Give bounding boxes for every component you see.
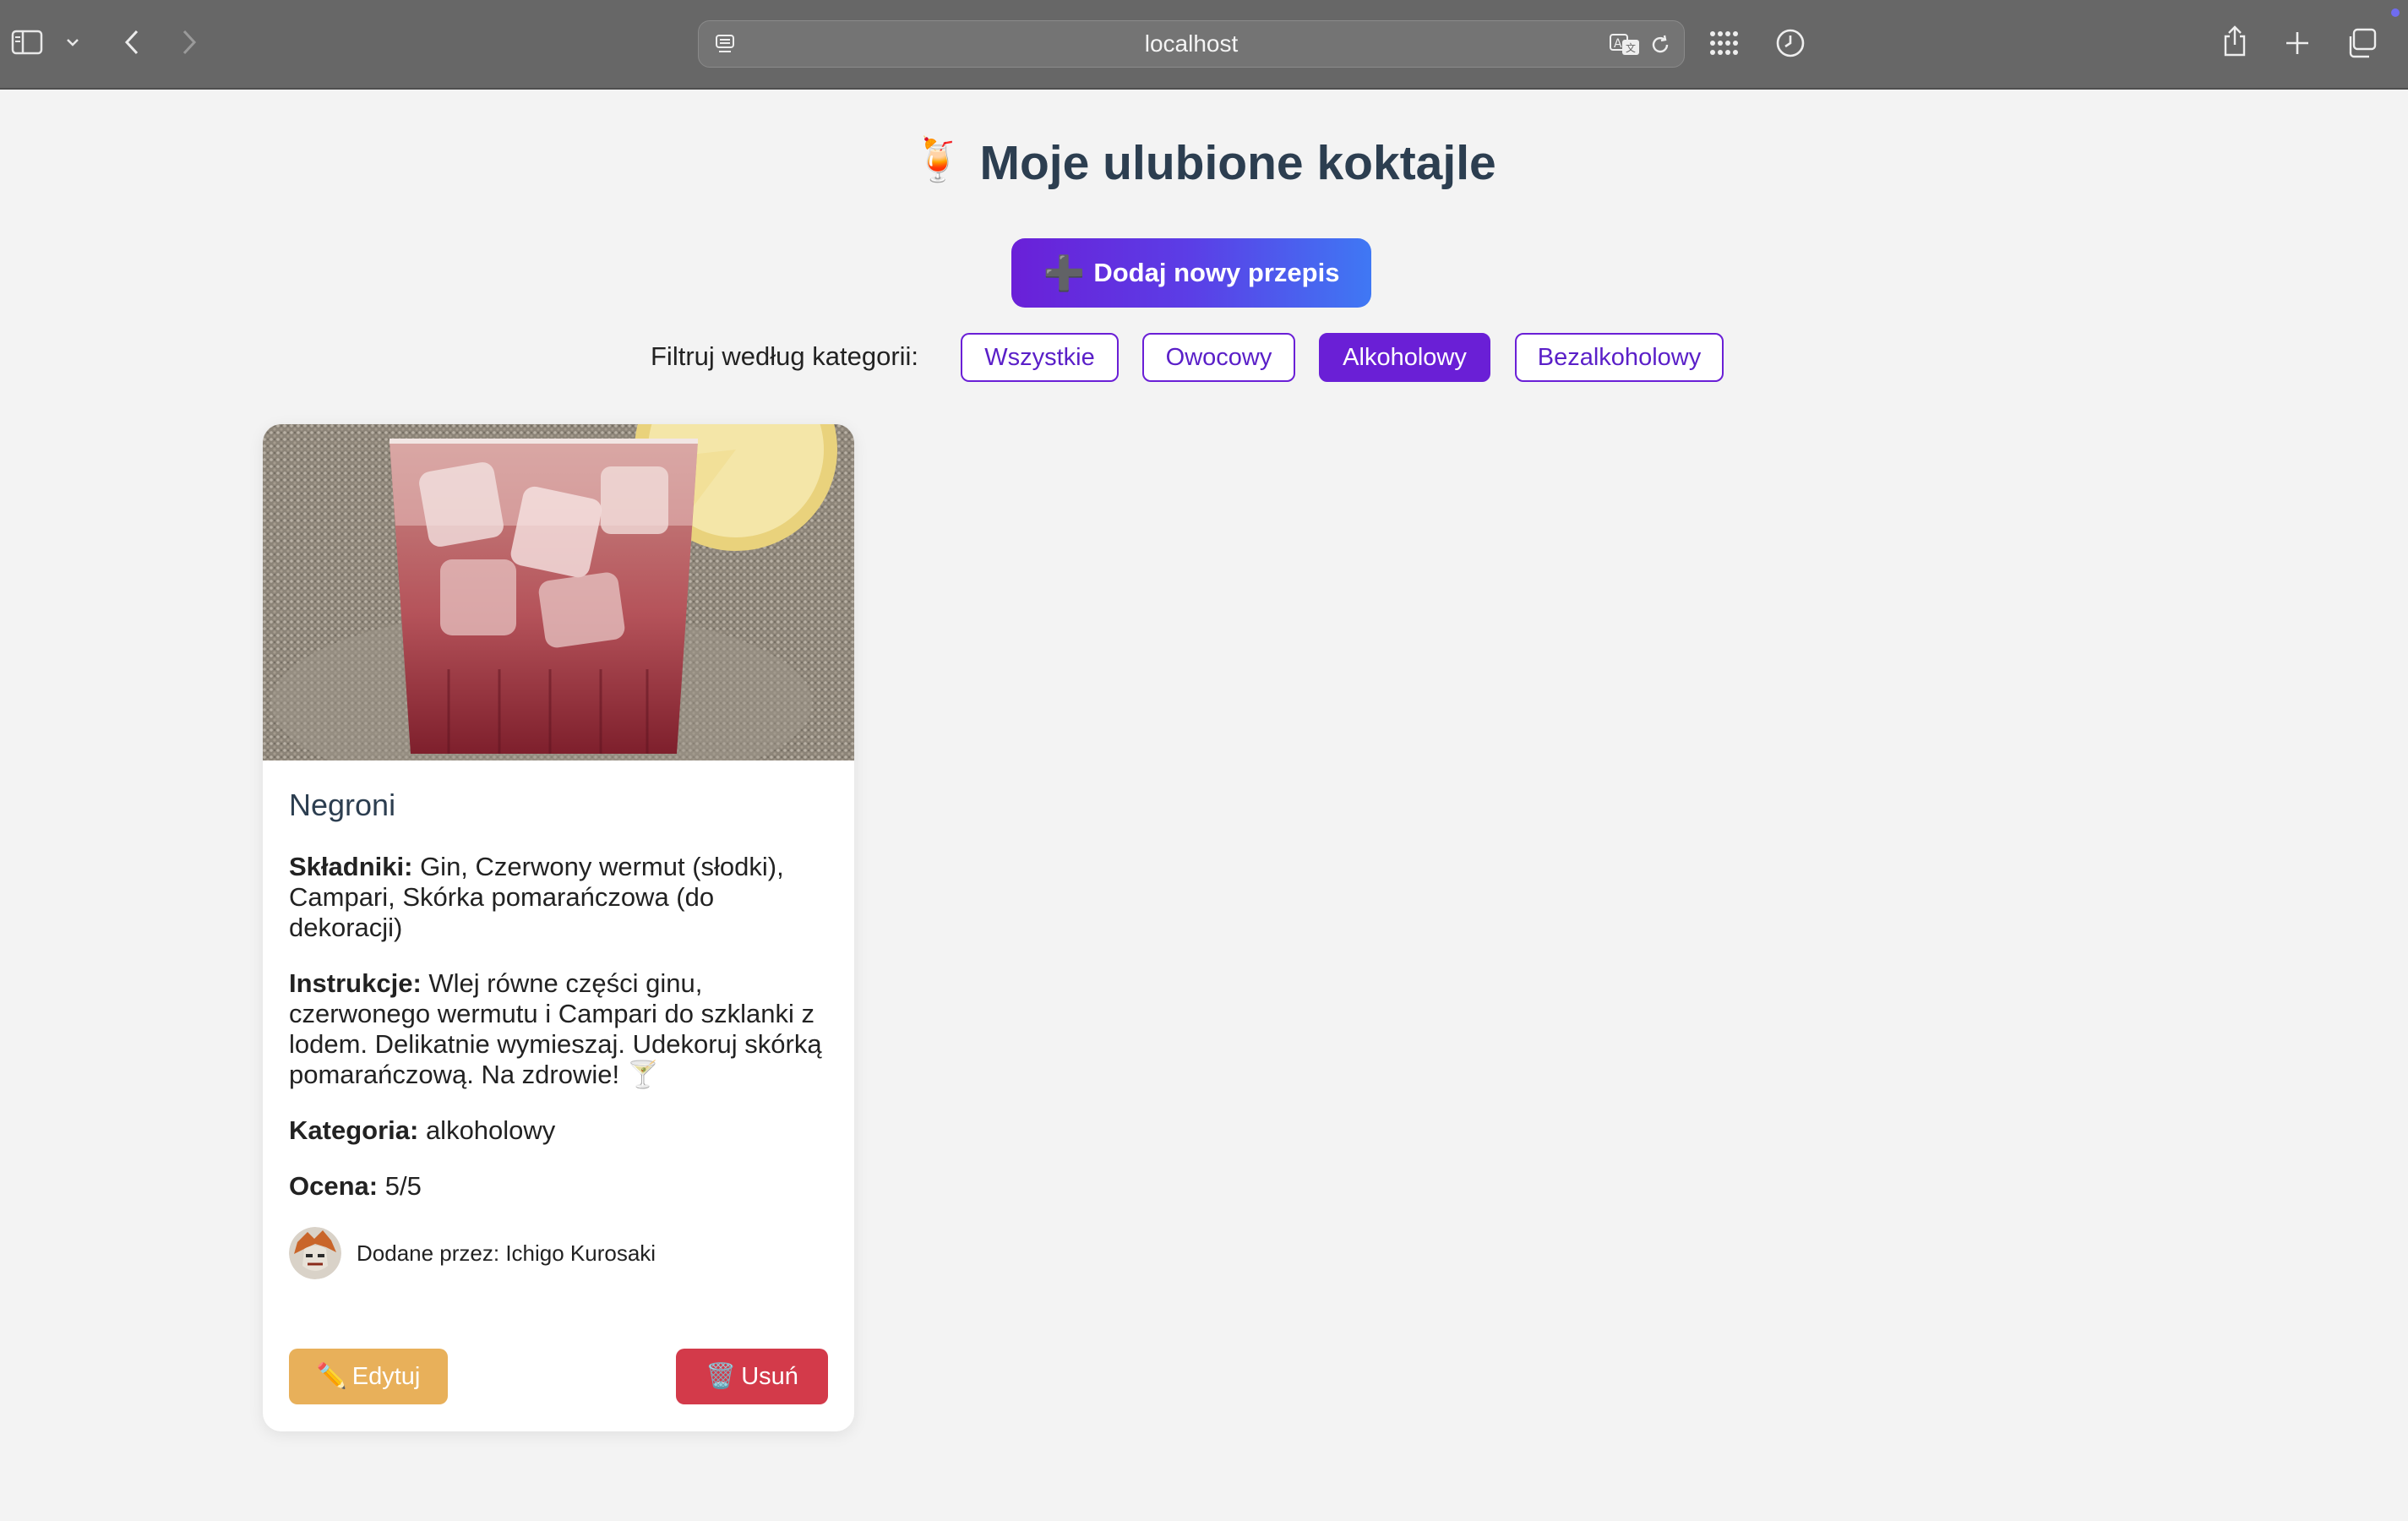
reload-icon[interactable] bbox=[1647, 31, 1674, 58]
grid-icon[interactable] bbox=[1707, 25, 1742, 61]
filter-fruity-button[interactable]: Owocowy bbox=[1142, 333, 1295, 382]
avatar bbox=[289, 1227, 341, 1279]
recipe-name: Negroni bbox=[289, 788, 396, 822]
share-icon[interactable] bbox=[2217, 22, 2253, 61]
back-icon[interactable] bbox=[115, 25, 149, 59]
delete-button[interactable]: 🗑️ Usuń bbox=[676, 1349, 828, 1404]
filter-label: Filtruj według kategorii: bbox=[651, 341, 919, 371]
category-label: Kategoria: bbox=[289, 1115, 419, 1145]
chevron-down-icon[interactable] bbox=[61, 30, 84, 54]
tabs-overview-icon[interactable] bbox=[2342, 24, 2381, 63]
rating-value: 5/5 bbox=[384, 1171, 422, 1201]
forward-icon[interactable] bbox=[172, 25, 206, 59]
instructions-label: Instrukcje: bbox=[289, 968, 422, 998]
page-title-text: Moje ulubione koktajle bbox=[979, 136, 1496, 190]
cocktail-photo bbox=[263, 424, 854, 760]
page-title: 🍹 Moje ulubione koktajle bbox=[0, 135, 2408, 191]
tropical-drink-icon: 🍹 bbox=[912, 136, 965, 183]
ingredients-label: Składniki: bbox=[289, 852, 413, 881]
add-recipe-label: Dodaj nowy przepis bbox=[1093, 258, 1340, 287]
rating-label: Ocena: bbox=[289, 1171, 379, 1201]
category-value: alkoholowy bbox=[425, 1115, 556, 1145]
instructions-row: Instrukcje: Wlej równe części ginu, czer… bbox=[289, 968, 830, 1090]
svg-text:A: A bbox=[1614, 37, 1622, 51]
author-text: Dodane przez: Ichigo Kurosaki bbox=[357, 1240, 656, 1266]
filter-non-alcoholic-button[interactable]: Bezalkoholowy bbox=[1515, 333, 1724, 382]
rating-row: Ocena: 5/5 bbox=[289, 1171, 830, 1202]
recipe-details: Negroni Składniki: Gin, Czerwony wermut … bbox=[289, 788, 830, 1279]
author-row: Dodane przez: Ichigo Kurosaki bbox=[289, 1227, 830, 1279]
svg-text:文: 文 bbox=[1626, 41, 1636, 54]
category-row: Kategoria: alkoholowy bbox=[289, 1115, 830, 1146]
add-recipe-button[interactable]: ➕ Dodaj nowy przepis bbox=[1011, 238, 1371, 308]
url-text: localhost bbox=[1144, 30, 1239, 57]
filter-all-button[interactable]: Wszystkie bbox=[961, 333, 1119, 382]
new-tab-icon[interactable] bbox=[2280, 25, 2315, 61]
notification-dot bbox=[2391, 8, 2400, 17]
edit-label: Edytuj bbox=[351, 1362, 421, 1390]
translate-icon[interactable]: A文 bbox=[1608, 30, 1642, 58]
recipe-card: Negroni Składniki: Gin, Czerwony wermut … bbox=[263, 424, 854, 1431]
history-icon[interactable] bbox=[1773, 25, 1808, 61]
ingredients-row: Składniki: Gin, Czerwony wermut (słodki)… bbox=[289, 852, 830, 943]
edit-button[interactable]: ✏️ Edytuj bbox=[289, 1349, 448, 1404]
filter-alcoholic-button[interactable]: Alkoholowy bbox=[1319, 333, 1490, 382]
delete-label: Usuń bbox=[741, 1362, 798, 1390]
sidebar-icon[interactable] bbox=[10, 25, 44, 59]
trash-icon: 🗑️ bbox=[706, 1363, 737, 1390]
address-bar[interactable]: localhost A文 bbox=[698, 20, 1685, 68]
pencil-icon: ✏️ bbox=[316, 1363, 347, 1390]
browser-toolbar: localhost A文 bbox=[0, 0, 2408, 90]
plus-icon: ➕ bbox=[1043, 254, 1086, 292]
